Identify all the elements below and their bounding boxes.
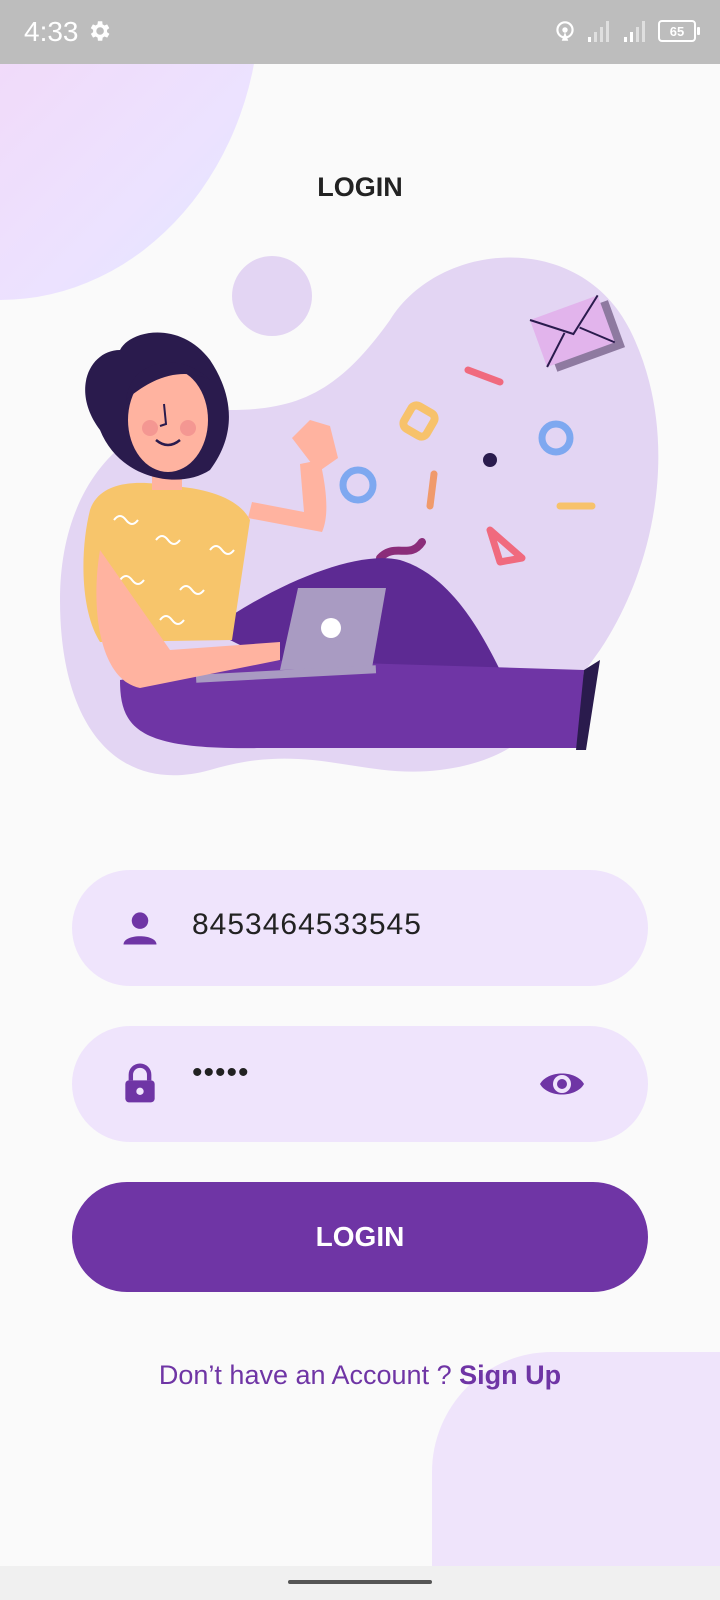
hotspot-icon <box>556 21 574 41</box>
username-field[interactable]: 8453464533545 <box>72 870 648 986</box>
login-illustration <box>60 256 659 776</box>
battery-level: 65 <box>669 23 685 39</box>
person-icon <box>123 912 157 945</box>
page-title: LOGIN <box>317 172 403 202</box>
signal-icon <box>588 21 609 42</box>
gear-icon <box>90 21 110 41</box>
signup-row: Don’t have an Account ? Sign Up <box>0 1360 720 1391</box>
password-field[interactable]: ••••• <box>72 1026 648 1142</box>
login-button[interactable]: LOGIN <box>72 1182 648 1292</box>
battery-icon: 65 <box>658 20 700 42</box>
password-value: ••••• <box>192 1056 250 1089</box>
signup-link[interactable]: Sign Up <box>459 1360 561 1390</box>
status-time: 4:33 <box>24 16 79 47</box>
eye-icon[interactable] <box>538 1064 586 1104</box>
username-value: 8453464533545 <box>192 908 422 941</box>
home-gesture-handle[interactable] <box>288 1580 432 1584</box>
status-bar: 4:33 65 <box>0 0 720 64</box>
lock-icon <box>125 1063 155 1103</box>
navigation-bar <box>0 1566 720 1600</box>
status-icons: 65 <box>552 18 700 44</box>
signal-icon <box>624 21 645 42</box>
signup-prompt: Don’t have an Account ? <box>158 1360 460 1390</box>
